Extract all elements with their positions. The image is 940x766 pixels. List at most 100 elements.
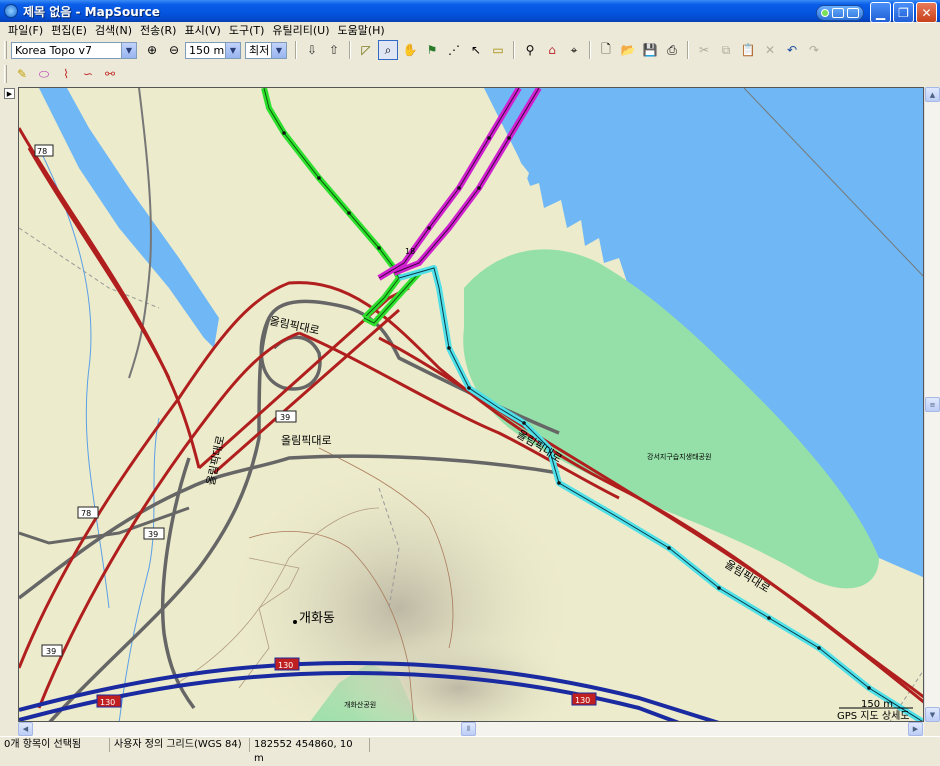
screen-icon — [832, 7, 844, 18]
shield-130: 130 — [571, 692, 597, 706]
main-toolbar: Korea Topo v7 ▼ ⊕ ⊖ 150 m ▼ 최저 ▼ ⇩ ⇧ ◸ ⌕… — [0, 38, 940, 62]
toolbar-separator — [513, 41, 515, 59]
shield-39: 39 — [143, 527, 165, 540]
menu-bar: 파일(F) 편집(E) 검색(N) 전송(R) 표시(V) 도구(T) 유틸리티… — [0, 22, 940, 38]
shield-label: 130 — [575, 696, 590, 705]
menu-edit[interactable]: 편집(E) — [49, 22, 93, 38]
secondary-toolbar: ✎ ⬭ ⌇ ∽ ⚯ — [0, 62, 940, 86]
shield-130: 130 — [274, 657, 300, 671]
status-bar: 0개 항목이 선택됨 사용자 정의 그리드(WGS 84) 182552 454… — [0, 736, 940, 764]
map-product-value: Korea Topo v7 — [15, 43, 92, 57]
district-dot — [293, 620, 297, 624]
toolbar-grip[interactable] — [4, 65, 7, 83]
toolbar-separator — [589, 41, 591, 59]
chevron-down-icon[interactable]: ▼ — [121, 42, 136, 58]
scale-label: 150 m — [861, 699, 893, 710]
undo-icon[interactable]: ↶ — [782, 40, 802, 60]
find-icon[interactable]: ⚲ — [520, 40, 540, 60]
print-icon[interactable]: ⎙ — [662, 40, 682, 60]
scroll-thumb-vertical[interactable]: ≡ — [925, 397, 940, 412]
zoom-out-icon[interactable]: ⊖ — [164, 40, 184, 60]
send-to-device-icon[interactable]: ⇧ — [324, 40, 344, 60]
map-canvas[interactable]: 올림픽대로 올림픽대로 올림픽대로 올림픽대로 올림픽대로 개화동 강서지구습지… — [19, 88, 924, 722]
track-divide-icon[interactable]: ⌇ — [56, 64, 76, 84]
redo-icon[interactable]: ↷ — [804, 40, 824, 60]
app-icon — [4, 4, 18, 18]
route-to-track-icon[interactable]: ∽ — [78, 64, 98, 84]
toolbar-separator — [295, 41, 297, 59]
receive-from-device-icon[interactable]: ⇩ — [302, 40, 322, 60]
zoom-in-icon[interactable]: ⊕ — [142, 40, 162, 60]
chevron-down-icon[interactable]: ▼ — [225, 42, 240, 58]
titlebar-extra-buttons[interactable] — [816, 4, 864, 21]
menu-transfer[interactable]: 전송(R) — [138, 22, 182, 38]
new-file-icon[interactable]: 🗋 — [596, 40, 616, 60]
shield-39: 39 — [275, 410, 297, 423]
paste-icon[interactable]: 📋 — [738, 40, 758, 60]
shield-130: 130 — [96, 694, 122, 708]
delete-icon[interactable]: ✕ — [760, 40, 780, 60]
title-bar[interactable]: 제목 없음 - MapSource ▁ ❐ ✕ — [0, 0, 940, 23]
park-label: 강서지구습지생태공원 — [647, 452, 711, 461]
horizontal-scrollbar[interactable]: ◀ ⦀ ▶ — [18, 722, 924, 736]
minimize-button[interactable]: ▁ — [870, 2, 891, 23]
status-dot-icon — [821, 8, 829, 17]
scroll-thumb-horizontal[interactable]: ⦀ — [461, 722, 476, 736]
eraser-icon[interactable]: ⬭ — [34, 64, 54, 84]
map-product-select[interactable]: Korea Topo v7 ▼ — [11, 41, 137, 59]
detail-level-value: 최저 — [249, 44, 270, 57]
local-road — [161, 457, 196, 710]
scroll-left-button[interactable]: ◀ — [18, 722, 33, 736]
menu-utilities[interactable]: 유틸리티(U) — [270, 22, 335, 38]
shield-label: 39 — [46, 647, 56, 656]
detail-level-select[interactable]: 최저 ▼ — [245, 41, 287, 59]
measure-tool-icon[interactable]: ▭ — [488, 40, 508, 60]
selection-status: 0개 항목이 선택됨 — [0, 738, 110, 752]
menu-view[interactable]: 표시(V) — [182, 22, 226, 38]
shield-label: 78 — [37, 147, 47, 156]
menu-tools[interactable]: 도구(T) — [227, 22, 271, 38]
scroll-up-button[interactable]: ▲ — [925, 87, 940, 102]
save-icon[interactable]: 💾 — [640, 40, 660, 60]
expand-panel-button[interactable]: ▶ — [4, 88, 15, 99]
toolbar-separator — [349, 41, 351, 59]
close-button[interactable]: ✕ — [916, 2, 937, 23]
window-icon — [847, 7, 859, 18]
scroll-down-button[interactable]: ▼ — [925, 707, 940, 722]
route-tool-icon[interactable]: ⋰ — [444, 40, 464, 60]
district-label: 개화동 — [299, 611, 335, 626]
zoom-tool-icon[interactable]: ⌕ — [378, 40, 398, 60]
menu-find[interactable]: 검색(N) — [93, 22, 138, 38]
map-tool-icon[interactable]: ◸ — [356, 40, 376, 60]
hand-tool-icon[interactable]: ✋ — [400, 40, 420, 60]
left-panel-gutter: ▶ — [0, 87, 18, 722]
chevron-down-icon[interactable]: ▼ — [271, 42, 286, 58]
shield-label: 78 — [81, 509, 91, 518]
track-magenta — [377, 88, 522, 281]
shield-label: 39 — [148, 530, 158, 539]
zoom-scale-value: 150 m — [189, 43, 225, 57]
menu-file[interactable]: 파일(F) — [6, 22, 49, 38]
open-file-icon[interactable]: 📂 — [618, 40, 638, 60]
track-join-icon[interactable]: ⚯ — [100, 64, 120, 84]
waypoint-tool-icon[interactable]: ⚑ — [422, 40, 442, 60]
find-nearby-icon[interactable]: ⌖ — [564, 40, 584, 60]
toolbar-separator — [687, 41, 689, 59]
shield-78: 78 — [77, 506, 99, 519]
grid-status: 사용자 정의 그리드(WGS 84) — [110, 738, 250, 752]
track-draw-icon[interactable]: ✎ — [12, 64, 32, 84]
scroll-right-button[interactable]: ▶ — [908, 722, 923, 736]
menu-help[interactable]: 도움말(H) — [336, 22, 391, 38]
window-title: 제목 없음 - MapSource — [23, 4, 160, 19]
map-view[interactable]: 올림픽대로 올림픽대로 올림픽대로 올림픽대로 올림픽대로 개화동 강서지구습지… — [18, 87, 924, 722]
toolbar-grip[interactable] — [4, 41, 7, 59]
find-places-icon[interactable]: ⌂ — [542, 40, 562, 60]
cut-icon[interactable]: ✂ — [694, 40, 714, 60]
selection-tool-icon[interactable]: ↖ — [466, 40, 486, 60]
zoom-scale-select[interactable]: 150 m ▼ — [185, 41, 241, 59]
map-source-label: GPS 지도 상세도 — [837, 710, 909, 722]
road-label: 올림픽대로 — [722, 558, 772, 596]
maximize-button[interactable]: ❐ — [893, 2, 914, 23]
vertical-scrollbar[interactable]: ▲ ≡ ▼ — [924, 87, 940, 722]
copy-icon[interactable]: ⧉ — [716, 40, 736, 60]
